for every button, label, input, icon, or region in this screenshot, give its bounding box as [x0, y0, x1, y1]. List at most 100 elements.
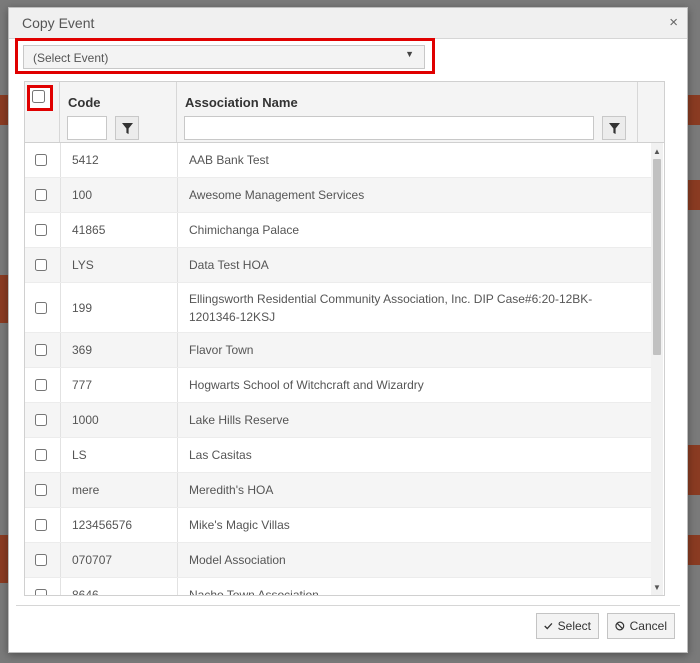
code-cell: 100	[61, 178, 178, 212]
filter-icon	[122, 123, 133, 134]
code-filter-input[interactable]	[67, 116, 107, 140]
row-select-cell	[25, 213, 61, 247]
row-checkbox[interactable]	[35, 449, 47, 461]
scroll-up-icon[interactable]: ▲	[653, 147, 661, 156]
table-row[interactable]: 1000 Lake Hills Reserve	[25, 403, 663, 438]
association-name-cell: Meredith's HOA	[189, 483, 274, 497]
select-all-highlight	[27, 85, 53, 111]
table-row[interactable]: 8646 Nacho Town Association	[25, 578, 663, 595]
background-panel	[688, 180, 700, 210]
association-name-filter-button[interactable]	[602, 116, 626, 140]
code-cell: 199	[61, 283, 178, 332]
row-select-cell	[25, 473, 61, 507]
select-button[interactable]: Select	[536, 613, 599, 639]
table-row[interactable]: LS Las Casitas	[25, 438, 663, 473]
row-checkbox[interactable]	[35, 589, 47, 595]
table-row[interactable]: 070707 Model Association	[25, 543, 663, 578]
header-name-cell: Association Name	[177, 82, 664, 142]
table-row[interactable]: mere Meredith's HOA	[25, 473, 663, 508]
code-filter-button[interactable]	[115, 116, 139, 140]
associations-grid: Code Association Name 5412 AAB Bank Test 1…	[24, 81, 665, 596]
row-select-cell	[25, 248, 61, 282]
table-row[interactable]: 5412 AAB Bank Test	[25, 143, 663, 178]
table-row[interactable]: 100 Awesome Management Services	[25, 178, 663, 213]
header-select-cell	[25, 82, 60, 142]
cancel-button-label: Cancel	[629, 619, 667, 633]
cancel-button[interactable]: Cancel	[607, 613, 675, 639]
row-select-cell	[25, 143, 61, 177]
table-row[interactable]: 369 Flavor Town	[25, 333, 663, 368]
code-cell: LS	[61, 438, 178, 472]
association-name-cell: Data Test HOA	[189, 258, 269, 272]
close-icon[interactable]: ×	[669, 14, 678, 31]
table-row[interactable]: 777 Hogwarts School of Witchcraft and Wiz…	[25, 368, 663, 403]
row-select-cell	[25, 403, 61, 437]
table-row[interactable]: LYS Data Test HOA	[25, 248, 663, 283]
scroll-down-icon[interactable]: ▼	[653, 583, 661, 592]
dialog-title: Copy Event	[22, 15, 95, 31]
association-name-cell: Flavor Town	[189, 343, 254, 357]
code-cell: 777	[61, 368, 178, 402]
row-checkbox[interactable]	[35, 414, 47, 426]
code-cell: 070707	[61, 543, 178, 577]
filter-icon	[609, 123, 620, 134]
association-name-cell: Hogwarts School of Witchcraft and Wizard…	[189, 378, 424, 392]
select-button-label: Select	[557, 619, 591, 633]
association-name-cell: Awesome Management Services	[189, 188, 365, 202]
association-name-cell: Nacho Town Association	[189, 588, 319, 595]
row-checkbox[interactable]	[35, 154, 47, 166]
code-cell: 1000	[61, 403, 178, 437]
row-checkbox[interactable]	[35, 224, 47, 236]
table-row[interactable]: 123456576 Mike's Magic Villas	[25, 508, 663, 543]
chevron-down-icon: ▼	[405, 49, 414, 59]
association-name-cell: Las Casitas	[189, 448, 252, 462]
dialog-titlebar: Copy Event ×	[9, 8, 687, 39]
association-name-cell: Ellingsworth Residential Community Assoc…	[189, 291, 593, 324]
row-checkbox[interactable]	[35, 259, 47, 271]
code-cell: 5412	[61, 143, 178, 177]
ban-icon	[615, 621, 625, 631]
code-cell: 8646	[61, 578, 178, 595]
row-select-cell	[25, 368, 61, 402]
copy-event-dialog: Copy Event × (Select Event) ▼ Code Assoc…	[8, 7, 688, 653]
association-name-filter-input[interactable]	[184, 116, 594, 140]
event-select[interactable]: (Select Event) ▼	[23, 45, 425, 69]
association-name-cell: Model Association	[189, 553, 286, 567]
row-checkbox[interactable]	[35, 189, 47, 201]
row-checkbox[interactable]	[35, 301, 47, 314]
background-panel	[688, 445, 700, 495]
row-select-cell	[25, 178, 61, 212]
event-select-highlight: (Select Event) ▼	[15, 38, 435, 74]
background-panel	[688, 95, 700, 125]
row-select-cell	[25, 578, 61, 595]
column-header-code[interactable]: Code	[68, 95, 101, 110]
row-select-cell	[25, 508, 61, 542]
row-select-cell	[25, 543, 61, 577]
background-panel	[0, 535, 8, 583]
background-panel	[0, 275, 8, 323]
row-select-cell	[25, 438, 61, 472]
footer-divider	[16, 605, 680, 606]
background-panel	[0, 95, 8, 125]
association-name-cell: Lake Hills Reserve	[189, 413, 290, 427]
row-checkbox[interactable]	[35, 554, 47, 566]
vertical-scrollbar[interactable]: ▲ ▼	[651, 143, 663, 595]
association-name-cell: Mike's Magic Villas	[189, 518, 290, 532]
code-cell: 41865	[61, 213, 178, 247]
header-scroll-spacer	[637, 82, 638, 142]
row-checkbox[interactable]	[35, 484, 47, 496]
scrollbar-thumb[interactable]	[653, 159, 661, 355]
row-checkbox[interactable]	[35, 519, 47, 531]
table-row[interactable]: 199 Ellingsworth Residential Community As…	[25, 283, 663, 333]
select-all-checkbox[interactable]	[32, 90, 45, 103]
code-cell: 369	[61, 333, 178, 367]
column-header-association-name[interactable]: Association Name	[185, 95, 298, 110]
association-name-cell: AAB Bank Test	[189, 153, 269, 167]
row-checkbox[interactable]	[35, 344, 47, 356]
check-icon	[544, 623, 553, 630]
table-row[interactable]: 41865 Chimichanga Palace	[25, 213, 663, 248]
row-checkbox[interactable]	[35, 379, 47, 391]
row-select-cell	[25, 283, 61, 332]
code-cell: LYS	[61, 248, 178, 282]
code-cell: mere	[61, 473, 178, 507]
